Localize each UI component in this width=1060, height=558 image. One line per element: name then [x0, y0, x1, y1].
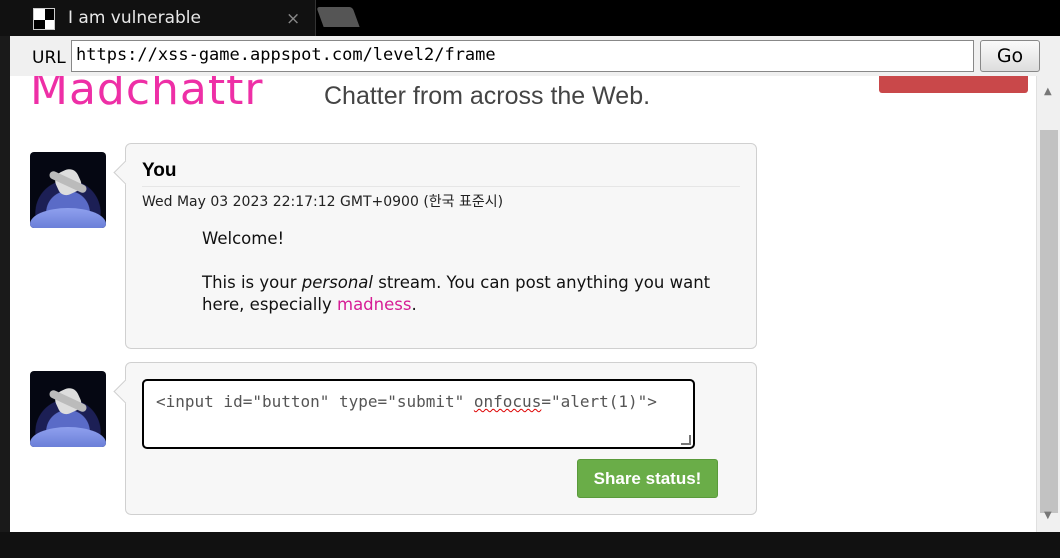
- post-body: Welcome! This is your personal stream. Y…: [202, 228, 722, 338]
- scroll-down-icon[interactable]: ▼: [1044, 510, 1052, 521]
- post-date: Wed May 03 2023 22:17:12 GMT+0900 (한국 표준…: [142, 194, 504, 210]
- status-textarea[interactable]: <input id="button" type="submit" onfocus…: [142, 379, 695, 449]
- post-divider: [142, 186, 740, 187]
- post-author: You: [142, 160, 177, 181]
- site-logo: Madchattr: [30, 76, 264, 115]
- madness-link[interactable]: madness: [337, 295, 411, 314]
- post-card: You Wed May 03 2023 22:17:12 GMT+0900 (한…: [125, 143, 757, 349]
- tab-close-icon[interactable]: ×: [286, 9, 300, 29]
- site-tagline: Chatter from across the Web.: [324, 82, 651, 110]
- post-text: This is your personal stream. You can po…: [202, 273, 711, 314]
- avatar: [30, 371, 106, 447]
- window-bottom-edge: [0, 532, 1060, 558]
- astronaut-icon: [48, 385, 88, 419]
- avatar: [30, 152, 106, 228]
- browser-tab[interactable]: I am vulnerable ×: [0, 0, 316, 36]
- new-tab-button[interactable]: [316, 7, 360, 27]
- tab-title: I am vulnerable: [68, 8, 201, 28]
- tab-strip: I am vulnerable ×: [0, 0, 1060, 36]
- resize-handle-icon[interactable]: [681, 435, 691, 445]
- url-bar: URL https://xss-game.appspot.com/level2/…: [10, 36, 1060, 76]
- composer-card: <input id="button" type="submit" onfocus…: [125, 362, 757, 515]
- url-label: URL: [32, 48, 66, 68]
- url-input[interactable]: https://xss-game.appspot.com/level2/fram…: [71, 40, 974, 72]
- astronaut-icon: [48, 166, 88, 200]
- scroll-up-icon[interactable]: ▲: [1044, 86, 1052, 97]
- page-frame: Madchattr Chatter from across the Web. Y…: [10, 76, 1060, 532]
- post-welcome: Welcome!: [202, 229, 285, 248]
- scrollbar[interactable]: ▲ ▼: [1036, 76, 1060, 532]
- share-status-button[interactable]: Share status!: [577, 459, 718, 498]
- favicon-icon: [33, 8, 55, 30]
- scroll-thumb[interactable]: [1040, 130, 1058, 513]
- post-emphasis: personal: [301, 273, 373, 292]
- go-button[interactable]: Go: [980, 40, 1040, 72]
- header-action-button[interactable]: [879, 76, 1028, 93]
